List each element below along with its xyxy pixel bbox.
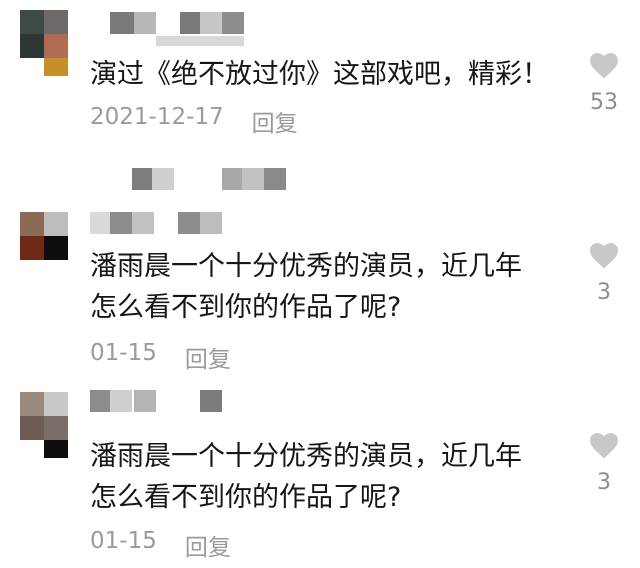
- avatar[interactable]: [20, 10, 68, 76]
- avatar[interactable]: [20, 392, 68, 458]
- comment-meta: 2021-12-17 回复: [90, 104, 298, 138]
- like-button[interactable]: 53: [584, 50, 624, 115]
- comment-text: 潘雨晨一个十分优秀的演员，近几年 怎么看不到你的作品了呢?: [90, 441, 522, 513]
- heart-icon: [590, 53, 618, 79]
- like-count: 3: [597, 470, 611, 495]
- comment-date: 01-15: [90, 528, 157, 554]
- reply-button[interactable]: 回复: [252, 104, 298, 138]
- heart-icon: [590, 433, 618, 459]
- like-count: 53: [590, 90, 618, 115]
- heart-icon: [590, 243, 618, 269]
- reply-thread-redacted[interactable]: [132, 168, 332, 190]
- comment-item: 潘雨晨一个十分优秀的演员，近几年 怎么看不到你的作品了呢? 01-15 回复 3: [0, 390, 640, 568]
- like-button[interactable]: 3: [584, 430, 624, 495]
- comment-meta: 01-15 回复: [90, 528, 231, 562]
- like-button[interactable]: 3: [584, 240, 624, 305]
- avatar[interactable]: [20, 212, 68, 260]
- comment-item: 演过《绝不放过你》这部戏吧，精彩！ 2021-12-17 回复 53: [0, 0, 640, 150]
- comment-item: 潘雨晨一个十分优秀的演员，近几年 怎么看不到你的作品了呢? 01-15 回复 3: [0, 210, 640, 380]
- like-count: 3: [597, 280, 611, 305]
- comment-date: 2021-12-17: [90, 104, 224, 130]
- comment-date: 01-15: [90, 340, 157, 366]
- comment-meta: 01-15 回复: [90, 340, 231, 374]
- reply-button[interactable]: 回复: [185, 528, 231, 562]
- comment-text: 潘雨晨一个十分优秀的演员，近几年 怎么看不到你的作品了呢?: [90, 251, 522, 323]
- reply-button[interactable]: 回复: [185, 340, 231, 374]
- comment-text: 演过《绝不放过你》这部戏吧，精彩！: [90, 59, 549, 90]
